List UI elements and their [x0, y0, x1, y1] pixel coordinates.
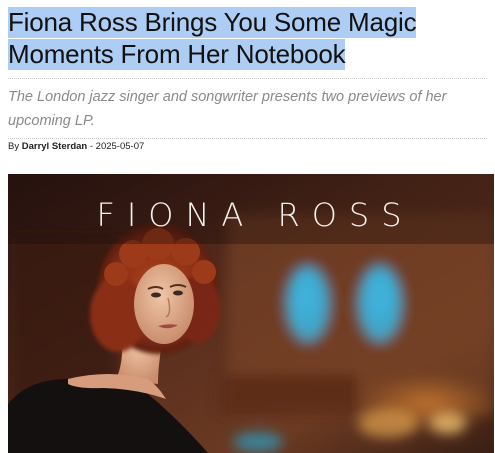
article-subtitle: The London jazz singer and songwriter pr… — [8, 85, 478, 133]
subtitle-line-1: The London jazz singer and songwriter pr… — [8, 89, 447, 105]
hero-cover-title: FIONA ROSS — [96, 196, 414, 234]
headline-line-2[interactable]: Moments From Her Notebook — [8, 39, 346, 70]
subtitle-line-2: upcoming LP. — [8, 113, 95, 129]
author-link[interactable]: Darryl Sterdan — [22, 141, 87, 152]
headline-container: Fiona Ross Brings You Some Magic Moments… — [8, 6, 488, 70]
divider-top — [8, 78, 487, 79]
article-headline[interactable]: Fiona Ross Brings You Some Magic Moments… — [8, 6, 488, 70]
divider-middle — [8, 138, 487, 139]
hero-image[interactable]: FIONA ROSS — [8, 174, 494, 453]
byline: By Darryl Sterdan - 2025-05-07 — [8, 141, 144, 152]
publish-date: 2025-05-07 — [95, 141, 145, 152]
byline-prefix: By — [8, 141, 22, 152]
headline-line-1[interactable]: Fiona Ross Brings You Some Magic — [8, 7, 417, 38]
article: Fiona Ross Brings You Some Magic Moments… — [0, 0, 495, 453]
byline-separator: - — [87, 141, 96, 152]
